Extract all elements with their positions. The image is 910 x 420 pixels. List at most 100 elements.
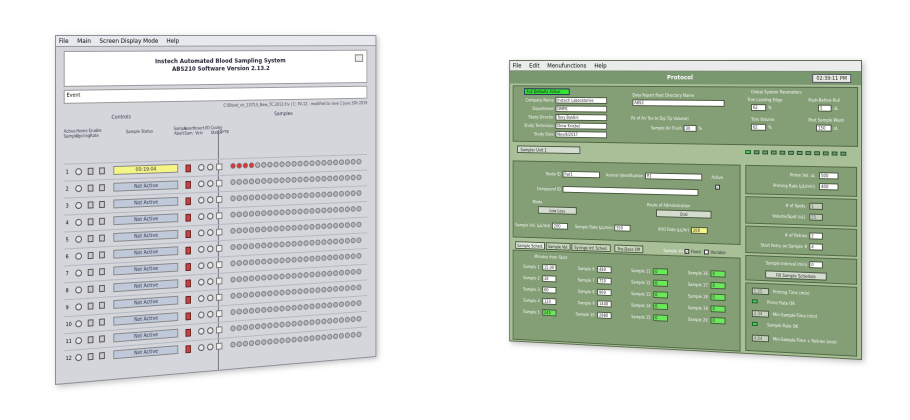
active-sampler-toggle[interactable]: [75, 252, 82, 260]
insert-sample-toggle[interactable]: [198, 262, 205, 270]
active-sampler-toggle[interactable]: [75, 235, 82, 243]
sample-abort-button[interactable]: [185, 295, 191, 304]
schedule-sample-field[interactable]: 120: [542, 297, 557, 306]
active-sampler-toggle[interactable]: [75, 218, 82, 227]
home-cycling-button[interactable]: [87, 352, 94, 361]
insert-vein-toggle[interactable]: [207, 180, 214, 188]
enable-rate-button[interactable]: [99, 318, 105, 326]
sample-abort-button[interactable]: [185, 230, 191, 239]
sample-abort-button[interactable]: [185, 345, 191, 354]
schedule-sample-field[interactable]: 720: [597, 277, 612, 285]
home-cycling-button[interactable]: [87, 302, 94, 310]
schedule-sample-field[interactable]: 15.00: [542, 263, 557, 271]
trim-vol-field[interactable]: 62: [750, 123, 767, 131]
active-sampler-toggle[interactable]: [75, 168, 82, 176]
push-field[interactable]: 5: [818, 104, 832, 112]
air-flush-field[interactable]: 30: [683, 124, 697, 132]
sample-abort-button[interactable]: [185, 328, 191, 337]
animal-id-field[interactable]: R1: [645, 172, 703, 181]
sample-abort-button[interactable]: [185, 263, 191, 272]
schedule-sample-field[interactable]: 0: [710, 305, 726, 313]
schedule-sample-field[interactable]: 0: [653, 268, 668, 276]
active-checkbox[interactable]: ✓: [715, 184, 720, 190]
post-wash-field[interactable]: 150: [816, 124, 832, 132]
fixed-checkbox[interactable]: ✓: [684, 248, 690, 254]
insert-sample-toggle[interactable]: [198, 213, 205, 221]
company-name-field[interactable]: Instech Laboratories: [555, 96, 608, 104]
enable-rate-button[interactable]: [99, 352, 105, 360]
home-cycling-button[interactable]: [87, 235, 94, 243]
priming-rate-field[interactable]: 400: [818, 183, 839, 191]
schedule-sample-field[interactable]: 0: [653, 279, 668, 287]
insert-sample-toggle[interactable]: [198, 294, 205, 303]
enable-rate-button[interactable]: [99, 184, 105, 192]
enable-rate-button[interactable]: [99, 217, 105, 225]
active-sampler-toggle[interactable]: [75, 269, 82, 277]
insert-vein-toggle[interactable]: [207, 196, 214, 204]
insert-vein-toggle[interactable]: [207, 212, 214, 220]
insert-sample-toggle[interactable]: [198, 344, 205, 352]
director-field[interactable]: Tony Baldini: [555, 113, 608, 122]
home-cycling-button[interactable]: [87, 268, 94, 277]
sample-abort-button[interactable]: [185, 213, 191, 222]
schedule-sample-field[interactable]: 30: [542, 275, 557, 283]
insert-sample-toggle[interactable]: [198, 278, 205, 286]
home-cycling-button[interactable]: [87, 251, 94, 260]
sample-abort-button[interactable]: [185, 279, 191, 288]
num-spots-field[interactable]: 1: [809, 202, 823, 210]
insert-sample-toggle[interactable]: [198, 196, 205, 204]
prime-vol-field[interactable]: 500: [818, 172, 839, 180]
schedule-sample-field[interactable]: 0: [653, 302, 668, 311]
home-cycling-button[interactable]: [87, 319, 94, 327]
insert-vein-toggle[interactable]: [207, 229, 214, 237]
sample-vol-field[interactable]: 200: [551, 222, 568, 230]
schedule-sample-field[interactable]: 0: [710, 281, 726, 290]
schedule-sample-field[interactable]: 480: [597, 265, 612, 274]
insert-vein-toggle[interactable]: [207, 310, 214, 318]
menu-file[interactable]: File: [59, 37, 69, 44]
schedule-sample-field[interactable]: 0: [653, 314, 668, 322]
schedule-sample-field[interactable]: 1440: [597, 300, 612, 308]
home-cycling-button[interactable]: [87, 201, 94, 209]
schedule-sample-field[interactable]: 960: [597, 288, 612, 297]
insert-vein-toggle[interactable]: [207, 278, 214, 286]
schedule-sample-field[interactable]: 0: [710, 316, 726, 325]
schedule-sample-field[interactable]: 0: [710, 270, 726, 278]
tab-sample-sched[interactable]: Sample Sched.: [515, 241, 545, 250]
insert-vein-toggle[interactable]: [207, 163, 214, 171]
insert-sample-toggle[interactable]: [198, 164, 205, 171]
enable-rate-button[interactable]: [99, 251, 105, 259]
study-id-field[interactable]: Rat1: [562, 170, 600, 179]
insert-vein-toggle[interactable]: [207, 294, 214, 302]
home-cycling-button[interactable]: [87, 184, 94, 192]
tab-syringe-inf-sched[interactable]: Syringe Inf. Sched.: [571, 243, 611, 253]
menu-screen-display-mode[interactable]: Screen Display Mode: [99, 37, 158, 44]
schedule-sample-field[interactable]: 0: [710, 293, 726, 302]
variable-checkbox[interactable]: [704, 249, 709, 255]
insert-sample-toggle[interactable]: [198, 180, 205, 188]
tab-sample-vol[interactable]: Sample Vol.: [545, 242, 571, 251]
insert-sample-toggle[interactable]: [198, 245, 205, 253]
schedule-sample-field[interactable]: 0: [653, 291, 668, 299]
home-cycling-button[interactable]: [87, 218, 94, 226]
home-cycling-button[interactable]: [87, 336, 94, 344]
menu-help-right[interactable]: Help: [594, 62, 606, 69]
sample-rate-field[interactable]: 350: [614, 224, 631, 232]
enable-rate-button[interactable]: [99, 301, 105, 309]
menu-help[interactable]: Help: [167, 37, 180, 44]
schedule-sample-field[interactable]: 2880: [597, 311, 612, 320]
compound-field[interactable]: [562, 185, 699, 196]
active-sampler-toggle[interactable]: [75, 286, 82, 294]
enable-rate-button[interactable]: [99, 167, 105, 175]
report-dir-field[interactable]: ABS2: [632, 99, 725, 107]
menu-file-right[interactable]: File: [513, 62, 522, 69]
technician-field[interactable]: Drew Kriebel: [555, 122, 608, 130]
trim-lead-field[interactable]: 62: [750, 104, 767, 112]
insert-vein-toggle[interactable]: [207, 245, 214, 253]
retries-field[interactable]: 2: [809, 232, 823, 240]
sample-abort-button[interactable]: [185, 197, 191, 206]
vol-spot-field[interactable]: 15: [809, 213, 823, 221]
menu-menufunctions[interactable]: Menufunctions: [547, 62, 586, 69]
schedule-sample-field[interactable]: 240: [542, 309, 557, 317]
enable-rate-button[interactable]: [99, 200, 105, 209]
